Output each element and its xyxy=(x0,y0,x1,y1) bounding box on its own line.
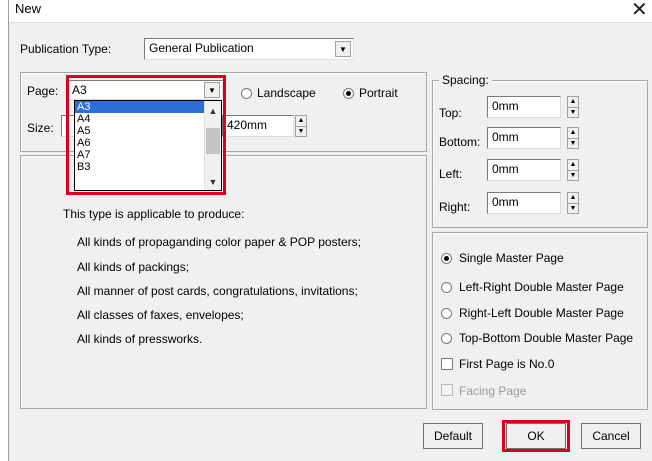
size-height-spinner[interactable]: ▲ ▼ xyxy=(295,115,307,137)
first-page-checkbox[interactable] xyxy=(441,358,453,370)
master-page-option-label: Top-Bottom Double Master Page xyxy=(459,331,634,345)
first-page-label: First Page is No.0 xyxy=(459,357,555,371)
spacing-left-label: Left: xyxy=(439,167,463,181)
size-height-field[interactable]: 420mm xyxy=(222,115,294,137)
publication-type-select[interactable]: General Publication ▼ xyxy=(144,38,354,60)
spacing-top-label: Top: xyxy=(439,106,462,120)
left-right-master-page-radio[interactable] xyxy=(441,282,452,293)
publication-type-label: Publication Type: xyxy=(20,42,112,56)
cancel-button[interactable]: Cancel xyxy=(581,423,641,449)
default-button[interactable]: Default xyxy=(423,423,483,449)
size-height-value: 420mm xyxy=(227,118,268,132)
spacing-right-value: 0mm xyxy=(492,195,519,209)
master-page-option-label: Single Master Page xyxy=(459,251,564,265)
spacing-bottom-value: 0mm xyxy=(492,130,519,144)
description-intro: This type is applicable to produce: xyxy=(63,207,245,221)
master-page-option-label: Left-Right Double Master Page xyxy=(459,280,624,294)
spacing-right-label: Right: xyxy=(439,200,471,214)
facing-page-label: Facing Page xyxy=(459,384,527,398)
description-item: All kinds of propaganding color paper & … xyxy=(77,235,361,249)
ok-highlight-box xyxy=(502,420,570,452)
facing-page-checkbox xyxy=(441,384,453,396)
master-page-option-label: Right-Left Double Master Page xyxy=(459,306,624,320)
page-label: Page: xyxy=(27,84,59,98)
spacing-top-spinner[interactable]: ▲ ▼ xyxy=(567,96,579,118)
spacing-legend: Spacing: xyxy=(439,73,492,87)
single-master-page-radio[interactable] xyxy=(441,253,452,264)
spacing-left-spinner[interactable]: ▲ ▼ xyxy=(567,159,579,181)
description-item: All kinds of pressworks. xyxy=(77,332,203,346)
spacing-right-field[interactable]: 0mm xyxy=(487,192,561,214)
spacing-bottom-spinner[interactable]: ▲ ▼ xyxy=(567,127,579,149)
dialog-title: New xyxy=(15,1,42,16)
spacing-bottom-label: Bottom: xyxy=(439,135,481,149)
spacing-right-spinner[interactable]: ▲ ▼ xyxy=(567,192,579,214)
portrait-radio[interactable] xyxy=(343,88,354,99)
new-dialog: New ✕ Publication Type: General Publicat… xyxy=(8,0,652,461)
description-item: All manner of post cards, congratulation… xyxy=(77,284,358,298)
top-bottom-master-page-radio[interactable] xyxy=(441,333,452,344)
description-item: All classes of faxes, envelopes; xyxy=(77,308,244,322)
spacing-bottom-field[interactable]: 0mm xyxy=(487,127,561,149)
size-label: Size: xyxy=(27,121,54,135)
page-highlight-box xyxy=(66,75,226,195)
chevron-down-icon[interactable]: ▼ xyxy=(335,41,351,57)
description-item: All kinds of packings; xyxy=(77,260,190,274)
landscape-radio[interactable] xyxy=(241,88,252,99)
spacing-top-value: 0mm xyxy=(492,99,519,113)
spacing-left-field[interactable]: 0mm xyxy=(487,159,561,181)
portrait-label: Portrait xyxy=(359,86,398,100)
spacing-top-field[interactable]: 0mm xyxy=(487,96,561,118)
landscape-label: Landscape xyxy=(257,86,316,100)
right-left-master-page-radio[interactable] xyxy=(441,308,452,319)
title-bar: New ✕ xyxy=(9,0,652,23)
publication-type-value: General Publication xyxy=(149,41,254,55)
spacing-left-value: 0mm xyxy=(492,162,519,176)
close-icon[interactable]: ✕ xyxy=(631,0,648,22)
